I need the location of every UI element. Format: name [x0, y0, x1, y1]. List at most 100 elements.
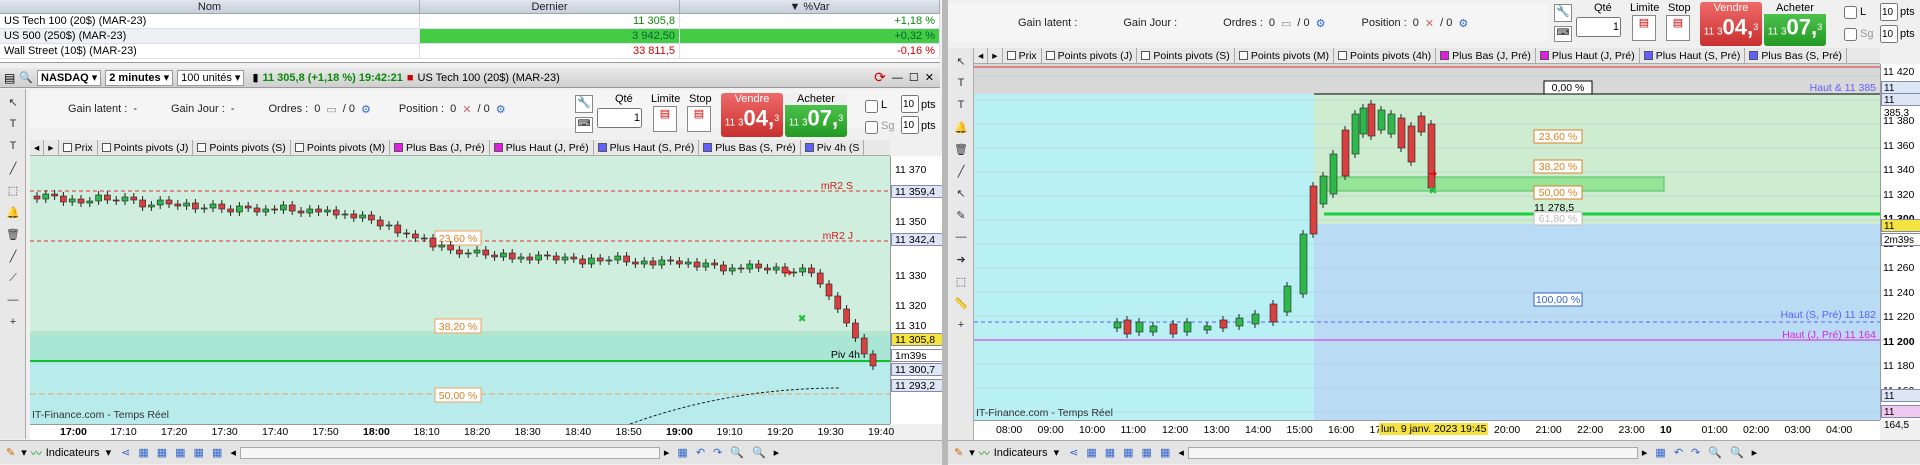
- share-icon[interactable]: ⋖: [121, 446, 130, 459]
- tab-next-icon[interactable]: ▸: [44, 140, 59, 155]
- left-price-axis[interactable]: 11 370 11 350 11 330 11 320 11 310 11 359,4 11…: [890, 156, 943, 424]
- zoom-in-icon[interactable]: 🔍: [1730, 446, 1744, 459]
- tab-next-icon[interactable]: ▸: [988, 48, 1003, 63]
- cursor-tool-icon[interactable]: ↖: [951, 184, 971, 202]
- refresh-icon[interactable]: ⟳: [874, 69, 886, 86]
- menu-icon[interactable]: ▤: [4, 71, 15, 85]
- quantity-input[interactable]: [597, 108, 642, 128]
- drawing-icon[interactable]: ✎: [6, 446, 15, 459]
- orders-icon[interactable]: ▭: [1281, 17, 1291, 30]
- indicator-tab[interactable]: Plus Haut (J, Pré): [1536, 48, 1640, 63]
- right-price-chart[interactable]: 0,00 % 23,60 % 38,20 % 50,00 % 61,80 % 100,00…: [974, 64, 1880, 420]
- indicator-tab[interactable]: Plus Bas (S, Pré): [1745, 48, 1847, 63]
- limit-order-button[interactable]: ▤: [653, 106, 677, 132]
- settings-icon[interactable]: ⚙: [1458, 17, 1468, 30]
- delete-icon[interactable]: 🗑: [951, 140, 971, 158]
- close-position-icon[interactable]: ✕: [1425, 17, 1434, 30]
- col-nom[interactable]: Nom: [0, 0, 420, 13]
- quote-row[interactable]: US 500 (250$) (MAR-23) 3 942,50 +0,32 %: [0, 29, 940, 44]
- indicator-tab[interactable]: Points pivots (M): [291, 140, 390, 155]
- line-tool-icon[interactable]: ╱: [3, 247, 23, 265]
- stop-order-button[interactable]: ▤: [1666, 15, 1690, 41]
- indicators-button[interactable]: Indicateurs: [46, 447, 100, 459]
- sell-button[interactable]: Vendre 11 304,3: [1700, 2, 1762, 46]
- buy-button[interactable]: Acheter 11 307,3: [1764, 2, 1826, 46]
- scroll-right-icon[interactable]: ▸: [664, 446, 670, 459]
- quantity-input[interactable]: [1576, 17, 1621, 37]
- buy-button[interactable]: Acheter 11 307,3: [785, 93, 847, 137]
- alert-bell-icon[interactable]: 🔔: [951, 118, 971, 136]
- tool-icon[interactable]: ▦: [138, 446, 148, 459]
- tab-prev-icon[interactable]: ◂: [974, 48, 989, 63]
- zoom-out-icon[interactable]: 🔍: [730, 446, 744, 459]
- indicator-tab[interactable]: Points pivots (4h): [1334, 48, 1437, 63]
- tool-icon[interactable]: ▦: [194, 446, 204, 459]
- text-tool-icon[interactable]: T: [3, 137, 23, 155]
- cursor-tool-icon[interactable]: ↖: [3, 93, 23, 111]
- zoom-in-icon[interactable]: 🔍: [752, 446, 766, 459]
- cursor-tool-icon[interactable]: ↖: [951, 52, 971, 70]
- drawing-icon[interactable]: ✎: [954, 446, 963, 459]
- indicator-tab[interactable]: Points pivots (S): [193, 140, 291, 155]
- close-icon[interactable]: ✕: [925, 71, 934, 84]
- settings-icon[interactable]: ⚙: [1316, 17, 1326, 30]
- scroll-left-icon[interactable]: ◂: [1178, 446, 1184, 459]
- horizontal-scrollbar[interactable]: [239, 446, 660, 459]
- indicators-icon[interactable]: 〰: [31, 445, 42, 461]
- stop-order-button[interactable]: ▤: [687, 106, 711, 132]
- text-tool-icon[interactable]: T: [951, 96, 971, 114]
- tool-icon[interactable]: ▦: [677, 446, 687, 459]
- wrench-icon[interactable]: 🔧: [1554, 4, 1572, 22]
- quote-row[interactable]: US Tech 100 (20$) (MAR-23) 11 305,8 +1,1…: [0, 14, 940, 29]
- hline-tool-icon[interactable]: —: [951, 228, 971, 246]
- text-tool-icon[interactable]: T: [951, 74, 971, 92]
- pts-input-2[interactable]: [1880, 25, 1898, 43]
- scroll-right-icon[interactable]: ▸: [774, 446, 780, 459]
- tool-icon[interactable]: ▦: [1142, 446, 1152, 459]
- tool-icon[interactable]: ▦: [212, 446, 222, 459]
- sell-button[interactable]: Vendre 11 304,3: [721, 93, 783, 137]
- select-tool-icon[interactable]: ⬚: [951, 272, 971, 290]
- l-checkbox[interactable]: [1844, 6, 1857, 19]
- tool-icon[interactable]: ▦: [157, 446, 167, 459]
- right-price-axis[interactable]: 11 42011 40011 38011 36011 34011 32011 3…: [1880, 64, 1920, 431]
- orders-icon[interactable]: ▭: [326, 103, 336, 116]
- maximize-icon[interactable]: ☐: [909, 71, 919, 84]
- indicator-tab[interactable]: Points pivots (J): [98, 140, 194, 155]
- zoom-out-icon[interactable]: 🔍: [1708, 446, 1722, 459]
- left-time-axis[interactable]: 17:00 17:10 17:20 17:30 17:40 17:50 18:00 18:10…: [30, 424, 894, 440]
- sg-checkbox[interactable]: [1844, 28, 1857, 41]
- indicator-tab[interactable]: Points pivots (S): [1137, 48, 1235, 63]
- ruler-tool-icon[interactable]: 📏: [951, 294, 971, 312]
- keyboard-icon[interactable]: ⌨: [575, 117, 593, 133]
- arrow-tool-icon[interactable]: ➜: [951, 250, 971, 268]
- indicator-tab[interactable]: Plus Haut (S, Pré): [594, 140, 700, 155]
- units-select[interactable]: 100 unités ▾: [177, 69, 245, 86]
- horizontal-scrollbar[interactable]: [1187, 446, 1638, 459]
- quote-row[interactable]: Wall Street (10$) (MAR-23) 33 811,5 -0,1…: [0, 44, 940, 59]
- limit-order-button[interactable]: ▤: [1632, 15, 1656, 41]
- tool-icon[interactable]: ▦: [1086, 446, 1096, 459]
- indicator-tab[interactable]: Prix: [59, 140, 98, 155]
- pts-input-2[interactable]: [901, 116, 919, 134]
- delete-icon[interactable]: 🗑: [3, 225, 23, 243]
- tab-prev-icon[interactable]: ◂: [30, 140, 45, 155]
- scroll-right-icon[interactable]: ▸: [1752, 446, 1758, 459]
- indicators-button[interactable]: Indicateurs: [994, 447, 1048, 459]
- undo-icon[interactable]: ↶: [696, 446, 705, 459]
- l-checkbox[interactable]: [865, 100, 878, 113]
- dropdown-icon[interactable]: ▾: [1054, 446, 1060, 459]
- settings-icon[interactable]: ⚙: [361, 103, 371, 116]
- minimize-icon[interactable]: —: [892, 72, 903, 84]
- hline-tool-icon[interactable]: —: [3, 291, 23, 309]
- add-icon[interactable]: +: [3, 313, 23, 331]
- right-time-axis[interactable]: 08:00 09:00 10:00 11:00 12:00 13:00 14:00 15:00…: [974, 420, 1880, 440]
- zoom-icon[interactable]: 🔍: [19, 71, 33, 84]
- redo-icon[interactable]: ↷: [1691, 446, 1700, 459]
- pts-input-1[interactable]: [1880, 3, 1898, 21]
- left-price-chart[interactable]: mR2 S mR2 J Piv 4h 23,60 % 38,20 % 50,00 % ➜ ✖: [30, 156, 890, 424]
- undo-icon[interactable]: ↶: [1674, 446, 1683, 459]
- indicator-tab[interactable]: Plus Bas (S, Pré): [699, 140, 801, 155]
- ruler-tool-icon[interactable]: ⟋: [3, 269, 23, 287]
- indicator-tab[interactable]: Piv 4h (S: [801, 140, 865, 155]
